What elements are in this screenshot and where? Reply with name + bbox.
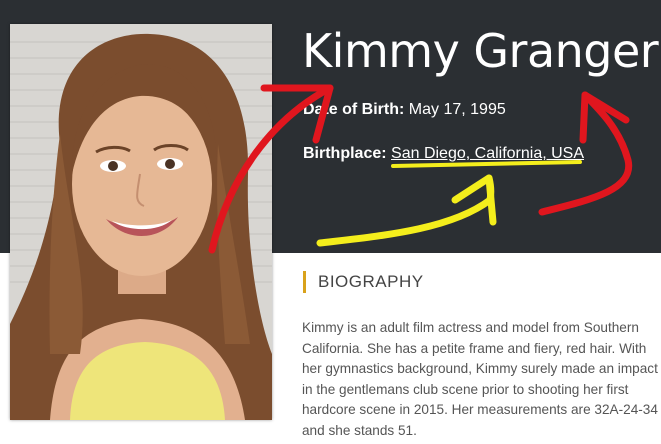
birthplace: Birthplace: San Diego, California, USA [303, 145, 584, 163]
biography-heading: BIOGRAPHY [303, 271, 424, 293]
birthplace-label: Birthplace: [303, 145, 387, 162]
dob-value: May 17, 1995 [408, 101, 506, 118]
birthplace-link[interactable]: San Diego, California, USA [391, 145, 584, 162]
profile-name: Kimmy Granger [302, 24, 659, 78]
dob-label: Date of Birth: [303, 101, 405, 118]
profile-photo [10, 24, 272, 420]
biography-text: Kimmy is an adult film actress and model… [302, 320, 658, 438]
date-of-birth: Date of Birth: May 17, 1995 [303, 101, 506, 119]
